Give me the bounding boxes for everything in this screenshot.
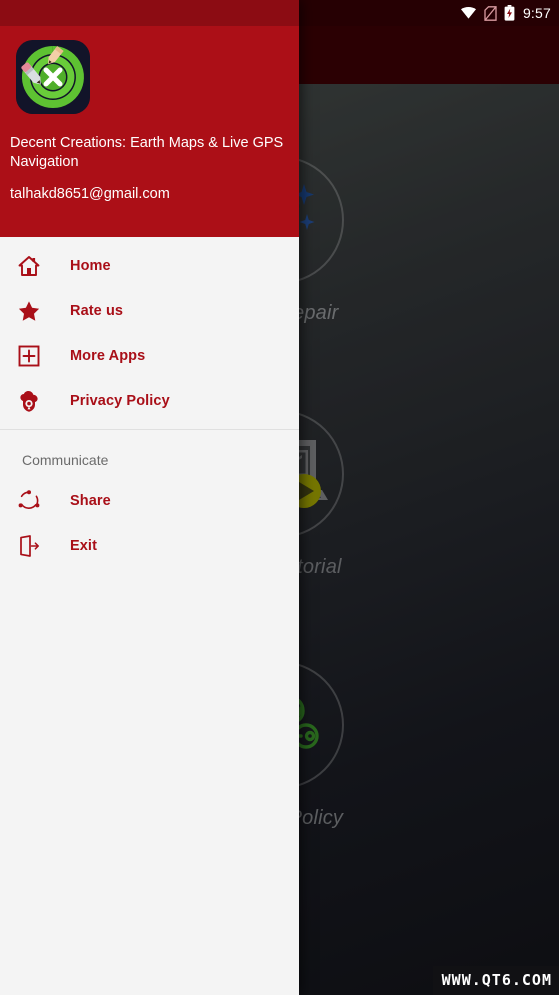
account-email-label: talhakd8651@gmail.com [10, 186, 170, 202]
menu-item-label: Rate us [70, 302, 124, 319]
menu-item-exit[interactable]: Exit [0, 523, 299, 568]
watermark: WWW.QT6.COM [432, 966, 559, 995]
drawer-header: Decent Creations: Earth Maps & Live GPS … [0, 26, 299, 237]
menu-group-communicate: Communicate Share Exit [0, 430, 299, 574]
privacy-shield-icon [14, 386, 44, 416]
menu-item-label: Privacy Policy [70, 392, 170, 409]
star-icon [14, 296, 44, 326]
menu-group-title: Communicate [22, 452, 109, 468]
menu-group-primary: Home Rate us More Apps Privacy Policy [0, 237, 299, 429]
status-bar-clock: 9:57 [522, 5, 551, 21]
menu-item-privacy-policy[interactable]: Privacy Policy [0, 378, 299, 423]
app-logo-icon [16, 40, 90, 114]
menu-item-share[interactable]: Share [0, 478, 299, 523]
share-icon [14, 486, 44, 516]
app-name-label: Decent Creations: Earth Maps & Live GPS … [10, 135, 284, 170]
menu-item-label: More Apps [70, 347, 146, 364]
exit-icon [14, 531, 44, 561]
wifi-icon [460, 6, 477, 20]
app-screen: Quick Repair [0, 0, 559, 995]
status-bar: 9:57 [0, 0, 559, 26]
navigation-drawer: Decent Creations: Earth Maps & Live GPS … [0, 0, 299, 995]
battery-charging-icon [504, 5, 515, 21]
menu-item-rate-us[interactable]: Rate us [0, 288, 299, 333]
no-sim-icon [484, 5, 497, 21]
menu-item-label: Exit [70, 537, 97, 554]
menu-item-more-apps[interactable]: More Apps [0, 333, 299, 378]
menu-item-label: Share [70, 492, 111, 509]
home-icon [14, 251, 44, 281]
plus-square-icon [14, 341, 44, 371]
menu-item-label: Home [70, 257, 111, 274]
menu-item-home[interactable]: Home [0, 243, 299, 288]
